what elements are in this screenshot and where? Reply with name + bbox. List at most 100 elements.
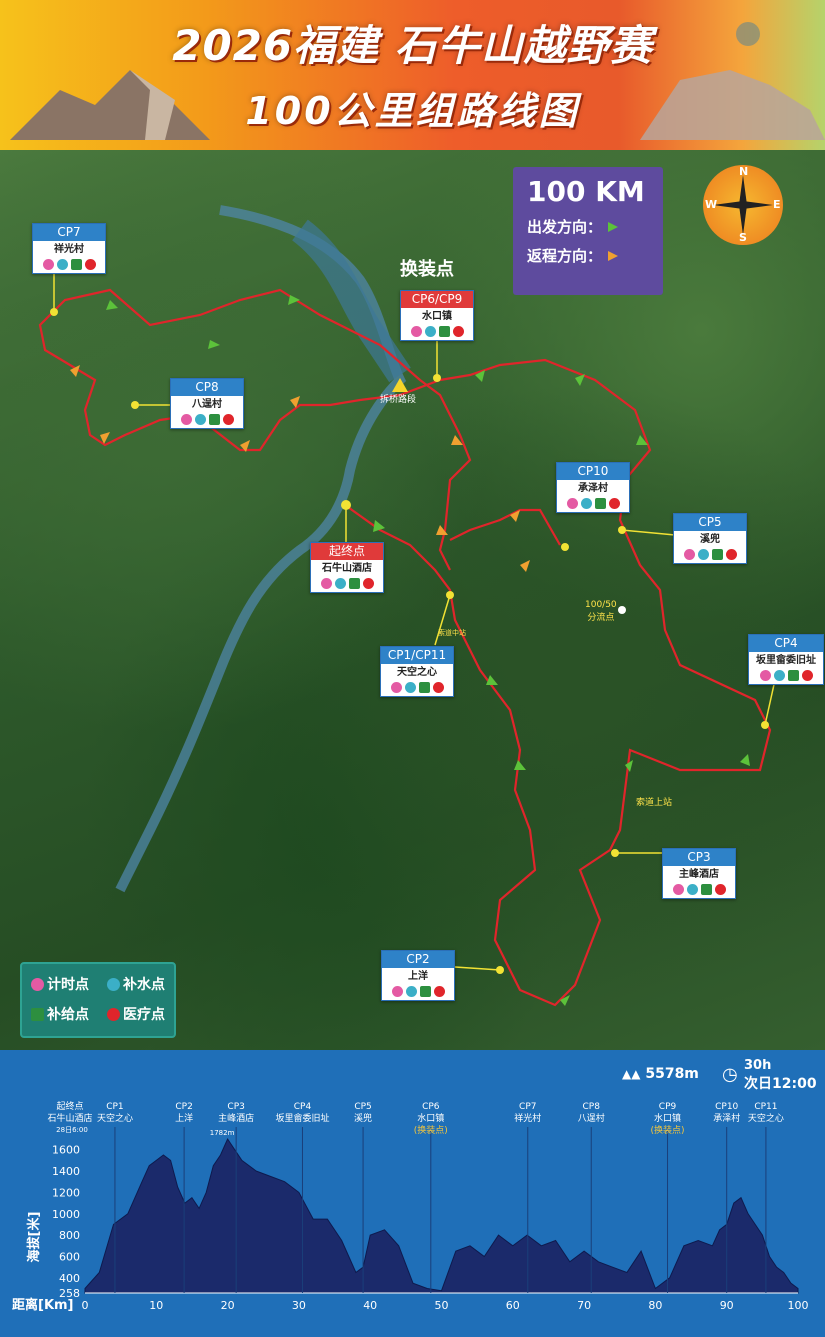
route-svg [38,205,776,1007]
water-icon [56,259,68,270]
checkpoint-marker-name: 上洋 [175,1112,193,1124]
checkpoint-marker-name: 承泽村 [713,1112,740,1124]
bridge-label: 拆桥路段 [380,395,417,405]
supply-icon [348,578,360,589]
svg-text:起终点: 起终点 [56,1100,83,1112]
elevation-area [84,1137,799,1294]
medical-icon [84,259,96,270]
x-tick-label: 90 [720,1299,734,1312]
service-icons [749,669,823,684]
checkpoint-marker-name: 水口镇 [417,1112,444,1124]
water-icon [405,986,417,997]
svg-text:28日6:00: 28日6:00 [56,1126,88,1134]
reservoir-shape [291,219,411,383]
water-icon [107,977,120,991]
checkpoint-marker-name: 天空之心 [748,1112,784,1124]
checkpoint-marker-name: 天空之心 [97,1112,133,1124]
medical-icon [801,670,813,681]
title-line1: 2026福建 石牛山越野赛 [172,21,653,70]
checkpoint-cp10[interactable]: CP10 承泽村 [556,462,630,513]
header-banner: 2026福建 石牛山越野赛 100公里组路线图 [0,0,825,150]
checkpoint-marker-code: CP8 [583,1102,601,1112]
y-tick-label: 600 [59,1250,80,1263]
checkpoint-cp4[interactable]: CP4 坂里畲委旧址 [748,634,824,685]
supply-icon [70,259,82,270]
y-tick-label: 258 [59,1287,80,1300]
water-icon [686,884,698,895]
service-icons [171,413,243,428]
timing-icon [672,884,684,895]
supply-icon [31,1007,44,1021]
service-icons [382,985,454,1000]
y-tick-label: 800 [59,1229,80,1242]
time-limit: ◷ 30h 次日12:00 [722,1058,817,1092]
x-tick-label: 50 [435,1299,449,1312]
cableway-label: 索道上站 [636,798,673,808]
medical-icon [608,498,620,509]
service-icons [33,258,105,273]
timing-icon [566,498,578,509]
direction-legend: 100 KM 出发方向： 返程方向： [513,167,663,295]
y-tick-label: 400 [59,1272,80,1285]
split-point-dot [618,606,626,614]
checkpoint-marker-code: CP6 [422,1102,440,1112]
service-legend: 计时点 补水点 补给点 医疗点 [20,962,176,1038]
checkpoint-marker-code: CP10 [715,1102,738,1112]
timing-icon [31,977,44,991]
cableway-mid-label: 索道中站 [438,629,466,637]
service-icons [557,497,629,512]
supply-icon [418,682,430,693]
checkpoint-marker-code: CP7 [519,1102,536,1112]
medical-icon [107,1007,120,1021]
medical-icon [432,682,444,693]
y-axis-label: 海拔[米] [26,1212,42,1263]
supply-icon [438,326,450,337]
checkpoint-marker-code: CP2 [175,1102,192,1112]
checkpoint-cp1-cp11[interactable]: CP1/CP11 天空之心 [380,646,454,697]
service-icons [674,548,746,563]
checkpoint-cp7[interactable]: CP7 祥光村 [32,223,106,274]
title-line2: 100公里组路线图 [245,89,580,133]
x-tick-label: 40 [363,1299,377,1312]
timing-icon [42,259,54,270]
service-icons [401,325,473,340]
split-label: 100/50 分流点 [585,600,617,623]
checkpoint-marker-code: CP4 [294,1102,312,1112]
x-tick-label: 70 [577,1299,591,1312]
y-tick-label: 1000 [52,1208,80,1221]
x-tick-label: 60 [506,1299,520,1312]
change-point-label: 换装点 [400,259,454,280]
timing-icon [410,326,422,337]
medical-icon [725,549,737,560]
x-tick-label: 10 [149,1299,163,1312]
service-icons [311,577,383,592]
svg-text:石牛山酒店: 石牛山酒店 [47,1112,92,1124]
checkpoint-cp2[interactable]: CP2 上洋 [381,950,455,1001]
checkpoint-marker-name: 八逞村 [578,1112,605,1124]
route-map[interactable]: 换装点 拆桥路段 100/50 分流点 索道上站 索道中站 CP7 祥光村 CP… [0,150,825,1050]
checkpoint-cp6-cp9[interactable]: CP6/CP9 水口镇 [400,290,474,341]
checkpoint-marker-note: (换装点) [651,1124,685,1136]
outbound-label: 出发方向： [527,218,603,236]
peak-label: 1782m [210,1129,235,1137]
elevation-gain: ▲▲ 5578m [622,1066,699,1082]
checkpoint-cp8[interactable]: CP8 八逞村 [170,378,244,429]
checkpoint-cp5[interactable]: CP5 溪兜 [673,513,747,564]
supply-icon [594,498,606,509]
supply-icon [700,884,712,895]
y-tick-label: 1400 [52,1165,80,1178]
checkpoint-start-finish[interactable]: 起终点 石牛山酒店 [310,542,384,593]
checkpoint-marker-note: (换装点) [414,1124,448,1136]
service-icons [663,883,735,898]
service-icons [381,681,453,696]
return-arrow-icon [608,250,619,261]
start-annotation: 起终点 石牛山酒店 28日6:00 [47,1100,92,1134]
water-icon [580,498,592,509]
medical-icon [433,986,445,997]
checkpoint-cp3[interactable]: CP3 主峰酒店 [662,848,736,899]
supply-icon [208,414,220,425]
distance-label: 100 KM [527,175,645,208]
water-icon [424,326,436,337]
water-icon [697,549,709,560]
checkpoint-marker-name: 溪兜 [354,1112,372,1124]
